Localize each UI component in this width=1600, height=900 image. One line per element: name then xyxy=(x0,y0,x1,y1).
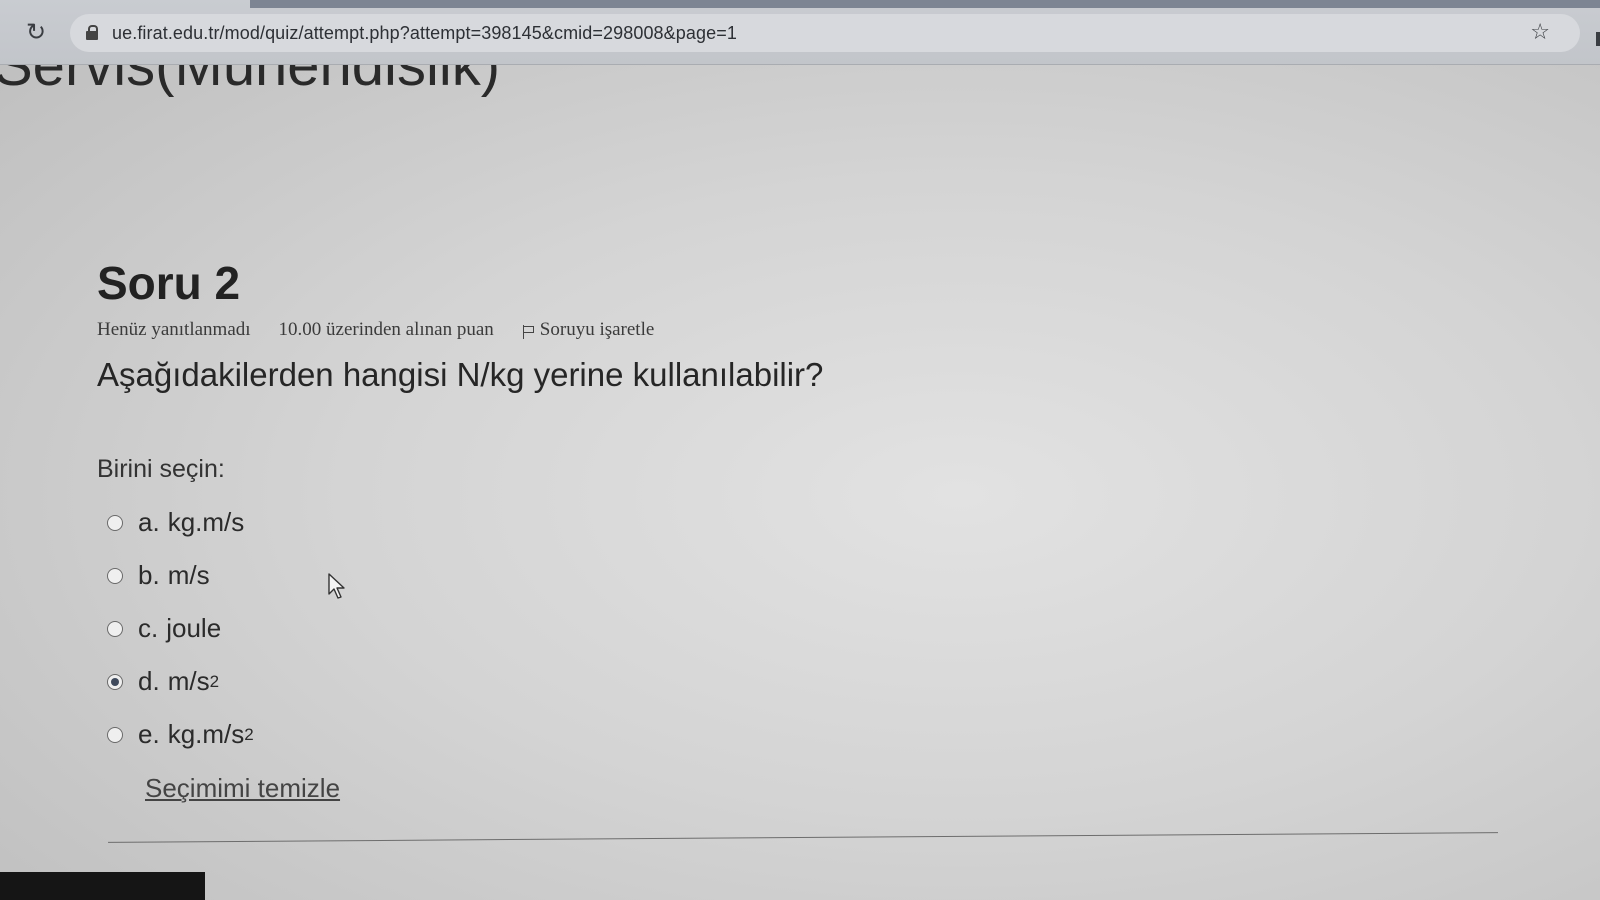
reload-icon[interactable]: ↻ xyxy=(22,18,50,46)
answer-option-d[interactable]: d. m/s 2 xyxy=(107,655,1197,708)
bottom-bar xyxy=(0,872,205,900)
lock-icon xyxy=(86,25,98,40)
radio-e[interactable] xyxy=(107,726,123,743)
answer-option-b[interactable]: b. m/s xyxy=(107,549,1197,602)
mouse-pointer-icon xyxy=(328,573,345,599)
radio-d[interactable] xyxy=(107,673,123,690)
option-label[interactable]: kg.m/s xyxy=(168,507,245,538)
answer-options: a. kg.m/s b. m/s c. joule d. m/s 2 e. kg… xyxy=(107,496,1197,761)
option-label[interactable]: m/s xyxy=(168,560,210,591)
star-icon[interactable]: ☆ xyxy=(1530,20,1550,45)
option-label[interactable]: joule xyxy=(166,613,221,644)
answer-option-a[interactable]: a. kg.m/s xyxy=(107,496,1197,549)
radio-c[interactable] xyxy=(107,620,123,637)
answer-option-e[interactable]: e. kg.m/s 2 xyxy=(107,708,1197,761)
question-info: Henüz yanıtlanmadı 10.00 üzerinden alına… xyxy=(97,319,1197,341)
divider xyxy=(108,832,1498,843)
radio-b[interactable] xyxy=(107,567,123,584)
answer-option-c[interactable]: c. joule xyxy=(107,602,1197,655)
browser-toolbar: ↻ ue.firat.edu.tr/mod/quiz/attempt.php?a… xyxy=(0,0,1600,65)
option-letter: a. xyxy=(138,507,160,537)
option-letter: b. xyxy=(138,560,160,590)
address-bar[interactable]: ue.firat.edu.tr/mod/quiz/attempt.php?att… xyxy=(70,14,1580,52)
option-label[interactable]: m/s xyxy=(168,666,210,697)
clear-choice-link[interactable]: Seçimimi temizle xyxy=(145,773,340,804)
flag-icon xyxy=(522,325,534,339)
radio-a[interactable] xyxy=(107,514,123,531)
flag-question-label[interactable]: Soruyu işaretle xyxy=(540,319,655,341)
option-label[interactable]: kg.m/s xyxy=(168,719,245,750)
option-exponent: 2 xyxy=(209,671,220,691)
url-text[interactable]: ue.firat.edu.tr/mod/quiz/attempt.php?att… xyxy=(112,23,737,44)
option-letter: e. xyxy=(138,719,160,749)
option-letter: c. xyxy=(138,613,159,643)
question-grade: 10.00 üzerinden alınan puan xyxy=(278,319,494,340)
browser-menu-icon[interactable] xyxy=(1596,32,1600,46)
screen: Servis(Mühendislik) ↻ ue.firat.edu.tr/mo… xyxy=(0,0,1600,900)
answer-prompt: Birini seçin: xyxy=(97,455,225,483)
tab-strip xyxy=(250,0,1600,8)
question-text: Aşağıdakilerden hangisi N/kg yerine kull… xyxy=(97,356,824,393)
question-status: Henüz yanıtlanmadı xyxy=(97,319,251,340)
flag-question-link[interactable]: Soruyu işaretle xyxy=(522,319,655,341)
question-block: Soru 2 Henüz yanıtlanmadı 10.00 üzerinde… xyxy=(97,255,1197,804)
option-exponent: 2 xyxy=(244,724,254,744)
option-letter: d. xyxy=(138,666,160,696)
question-title: Soru 2 xyxy=(97,257,241,309)
